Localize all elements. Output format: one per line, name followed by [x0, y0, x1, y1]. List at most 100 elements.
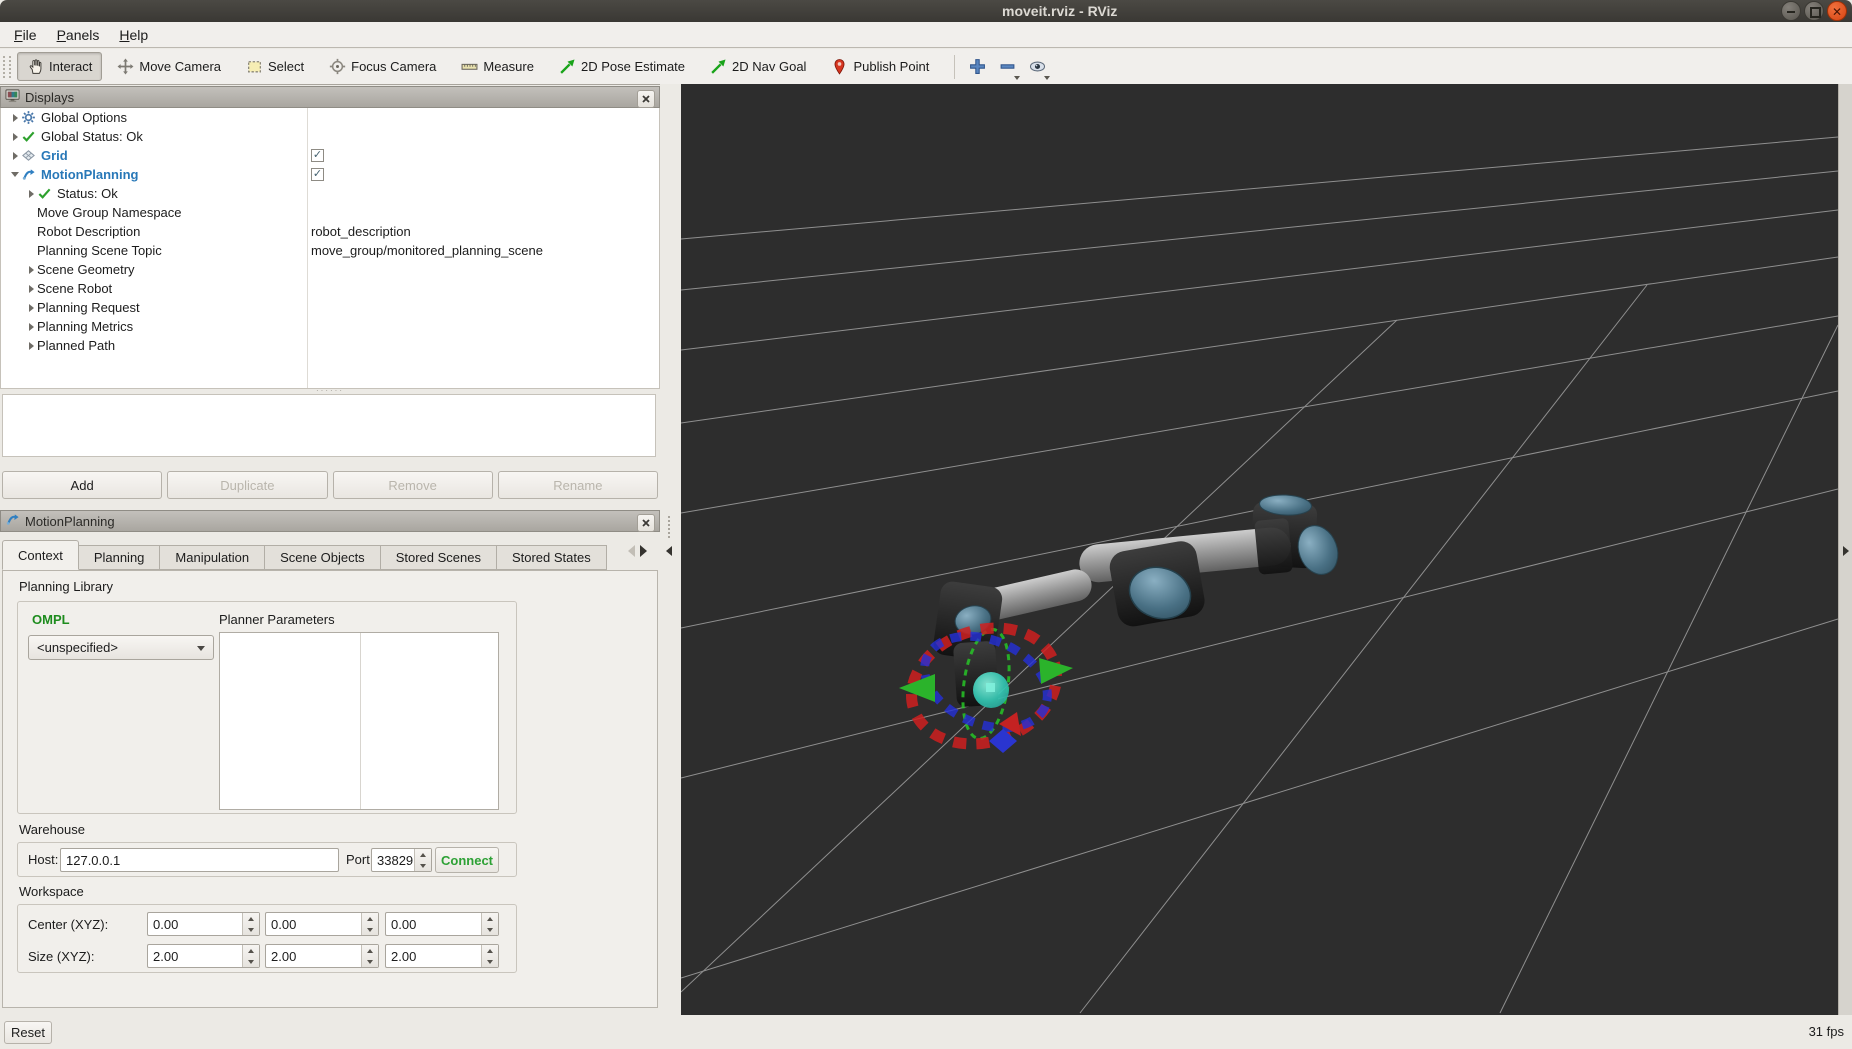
property-value[interactable]: move_group/monitored_planning_scene [311, 243, 543, 258]
tab-stored-scenes[interactable]: Stored Scenes [380, 545, 497, 570]
planner-parameters-label: Planner Parameters [219, 612, 335, 627]
spin-arrows-icon[interactable] [361, 913, 378, 935]
tab-planning[interactable]: Planning [78, 545, 161, 570]
duplicate-button[interactable]: Duplicate [167, 471, 328, 499]
tool-focus-camera[interactable]: Focus Camera [319, 52, 446, 81]
tool-label: Publish Point [853, 59, 930, 74]
panel-viewport-splitter[interactable] [660, 84, 681, 1015]
spin-arrows-icon[interactable] [361, 945, 378, 967]
host-input[interactable]: 127.0.0.1 [60, 848, 339, 872]
tree-row[interactable]: Status: Ok [1, 184, 659, 203]
enabled-checkbox[interactable]: ✓ [311, 149, 324, 162]
tree-row[interactable]: Planning Metrics [1, 317, 659, 336]
dropdown-arrow-icon[interactable] [1014, 75, 1021, 80]
expander-collapsed-icon[interactable] [25, 303, 37, 312]
tab-stored-states[interactable]: Stored States [496, 545, 607, 570]
planner-parameters-table[interactable] [219, 632, 499, 810]
motionplanning-panel-header[interactable]: MotionPlanning [0, 510, 660, 532]
center-y-spinbox[interactable]: 0.00 [265, 912, 379, 936]
tool-measure[interactable]: Measure [451, 52, 544, 81]
expander-collapsed-icon[interactable] [25, 284, 37, 293]
connect-button[interactable]: Connect [435, 847, 499, 873]
tree-row[interactable]: MotionPlanning ✓ [1, 165, 659, 184]
menu-file[interactable]: File [4, 25, 47, 45]
spin-arrows-icon[interactable] [242, 945, 259, 967]
minimize-button[interactable] [1781, 1, 1801, 21]
tool-move-camera[interactable]: Move Camera [107, 52, 231, 81]
3d-scene[interactable] [680, 84, 1839, 1015]
3d-viewport[interactable] [680, 84, 1839, 1015]
toolbar-drag-handle[interactable] [3, 55, 11, 78]
right-edge-splitter[interactable] [1838, 84, 1852, 1015]
port-spinbox[interactable]: 33829 [371, 848, 432, 872]
center-z-spinbox[interactable]: 0.00 [385, 912, 499, 936]
tree-row[interactable]: Grid ✓ [1, 146, 659, 165]
spin-arrows-icon[interactable] [481, 913, 498, 935]
tool-minus-icon[interactable] [995, 54, 1021, 80]
size-y-spinbox[interactable]: 2.00 [265, 944, 379, 968]
displays-tree[interactable]: Global Options Global Status: Ok Grid ✓ Moti… [0, 108, 660, 389]
size-z-spinbox[interactable]: 2.00 [385, 944, 499, 968]
port-label: Port: [346, 852, 374, 867]
tool-select[interactable]: Select [236, 52, 314, 81]
tool-label: Measure [483, 59, 534, 74]
spin-value: 0.00 [391, 916, 417, 932]
tab-context[interactable]: Context [2, 540, 79, 570]
tree-row[interactable]: Scene Robot [1, 279, 659, 298]
tab-manipulation[interactable]: Manipulation [160, 545, 266, 570]
spin-arrows-icon[interactable] [481, 945, 498, 967]
collapse-right-icon[interactable] [1843, 546, 1849, 556]
spin-arrows-icon[interactable] [242, 913, 259, 935]
tree-item-label: Scene Robot [37, 281, 113, 296]
tool-2d-pose-estimate[interactable]: 2D Pose Estimate [549, 52, 695, 81]
tool-interact[interactable]: Interact [17, 52, 103, 81]
close-button[interactable]: ✕ [1827, 1, 1847, 21]
dropdown-arrow-icon[interactable] [1044, 75, 1051, 80]
expander-collapsed-icon[interactable] [9, 132, 21, 141]
tree-row[interactable]: Planning Request [1, 298, 659, 317]
enabled-checkbox[interactable]: ✓ [311, 168, 324, 181]
tool-2d-nav-goal[interactable]: 2D Nav Goal [700, 52, 816, 81]
tool-eye-icon[interactable] [1025, 54, 1051, 80]
spin-arrows-icon[interactable] [414, 849, 431, 871]
tree-row[interactable]: Planned Path [1, 336, 659, 355]
port-value: 33829 [377, 852, 414, 868]
maximize-button[interactable] [1804, 1, 1824, 21]
tab-scroll-left-icon[interactable] [628, 545, 635, 557]
tree-row[interactable]: Move Group Namespace [1, 203, 659, 222]
size-x-spinbox[interactable]: 2.00 [147, 944, 260, 968]
center-x-spinbox[interactable]: 0.00 [147, 912, 260, 936]
tool-publish-point[interactable]: Publish Point [821, 52, 939, 81]
menu-help[interactable]: Help [109, 25, 158, 45]
add-button[interactable]: Add [2, 471, 163, 499]
motionplanning-close-button[interactable] [637, 514, 655, 532]
marker-blue-diamond[interactable] [989, 729, 1017, 753]
displays-panel-header[interactable]: Displays [0, 86, 660, 108]
tree-row[interactable]: Robot Description robot_description [1, 222, 659, 241]
expander-expanded-icon[interactable] [9, 172, 21, 177]
collapse-left-icon[interactable] [666, 546, 672, 556]
marker-green-arrow-right[interactable] [1039, 658, 1073, 684]
reset-button[interactable]: Reset [4, 1021, 52, 1044]
tree-row[interactable]: Global Status: Ok [1, 127, 659, 146]
property-value[interactable]: robot_description [311, 224, 411, 239]
menu-panels[interactable]: Panels [47, 25, 110, 45]
expander-collapsed-icon[interactable] [9, 151, 21, 160]
tree-row[interactable]: Scene Geometry [1, 260, 659, 279]
displays-close-button[interactable] [637, 90, 655, 108]
expander-collapsed-icon[interactable] [25, 341, 37, 350]
tab-scene-objects[interactable]: Scene Objects [265, 545, 381, 570]
planner-combobox[interactable]: <unspecified> [28, 635, 214, 660]
interactive-marker[interactable] [896, 610, 1073, 762]
expander-collapsed-icon[interactable] [9, 113, 21, 122]
tab-scroll-right-icon[interactable] [640, 545, 647, 557]
remove-button[interactable]: Remove [332, 471, 493, 499]
rename-button[interactable]: Rename [497, 471, 658, 499]
tool-plus-icon[interactable] [965, 54, 989, 80]
expander-collapsed-icon[interactable] [25, 322, 37, 331]
expander-collapsed-icon[interactable] [25, 189, 37, 198]
tree-row[interactable]: Planning Scene Topic move_group/monitored… [1, 241, 659, 260]
expander-collapsed-icon[interactable] [25, 265, 37, 274]
tree-row[interactable]: Global Options [1, 108, 659, 127]
titlebar[interactable]: moveit.rviz - RViz ✕ [0, 0, 1852, 22]
